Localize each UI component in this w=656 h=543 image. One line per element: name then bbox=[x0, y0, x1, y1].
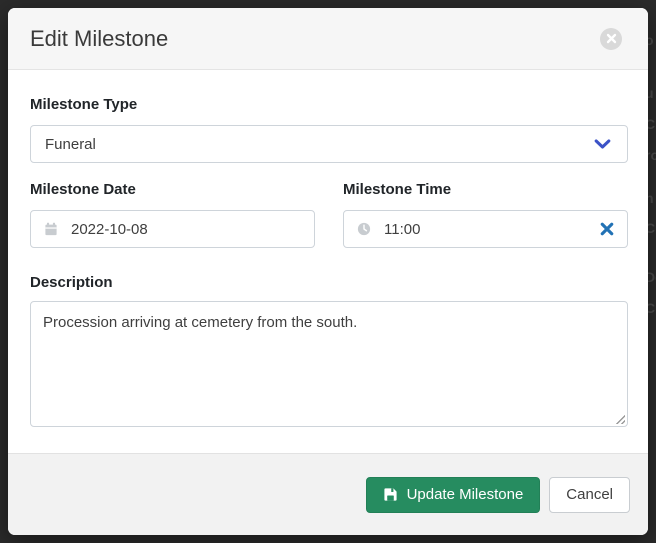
chevron-down-icon bbox=[594, 139, 611, 150]
date-time-row: Milestone Date Milestone Time bbox=[30, 181, 628, 248]
milestone-type-select[interactable]: Funeral bbox=[30, 125, 628, 163]
save-icon bbox=[383, 487, 398, 502]
milestone-date-input[interactable] bbox=[31, 211, 314, 247]
milestone-date-label: Milestone Date bbox=[30, 181, 315, 198]
milestone-type-value: Funeral bbox=[45, 136, 96, 153]
milestone-date-field: Milestone Date bbox=[30, 181, 315, 248]
update-milestone-label: Update Milestone bbox=[407, 486, 524, 503]
clear-time-icon[interactable] bbox=[600, 222, 614, 236]
milestone-time-label: Milestone Time bbox=[343, 181, 628, 198]
description-textarea[interactable]: Procession arriving at cemetery from the… bbox=[30, 301, 628, 427]
modal-body: Milestone Type Funeral Milestone Date bbox=[8, 70, 648, 453]
milestone-time-field: Milestone Time bbox=[343, 181, 628, 248]
edit-milestone-modal: Edit Milestone Milestone Type Funeral Mi… bbox=[8, 8, 648, 535]
close-button[interactable] bbox=[600, 28, 622, 50]
milestone-time-input[interactable] bbox=[344, 211, 627, 247]
milestone-time-input-wrap bbox=[343, 210, 628, 248]
modal-title: Edit Milestone bbox=[30, 26, 168, 52]
description-textarea-wrap: Procession arriving at cemetery from the… bbox=[30, 301, 628, 427]
cancel-button[interactable]: Cancel bbox=[549, 477, 630, 513]
milestone-type-label: Milestone Type bbox=[30, 96, 628, 113]
modal-header: Edit Milestone bbox=[8, 8, 648, 70]
close-icon bbox=[606, 33, 617, 44]
description-label: Description bbox=[30, 274, 628, 291]
milestone-date-input-wrap bbox=[30, 210, 315, 248]
cancel-label: Cancel bbox=[566, 486, 613, 503]
update-milestone-button[interactable]: Update Milestone bbox=[366, 477, 541, 513]
modal-footer: Update Milestone Cancel bbox=[8, 453, 648, 535]
